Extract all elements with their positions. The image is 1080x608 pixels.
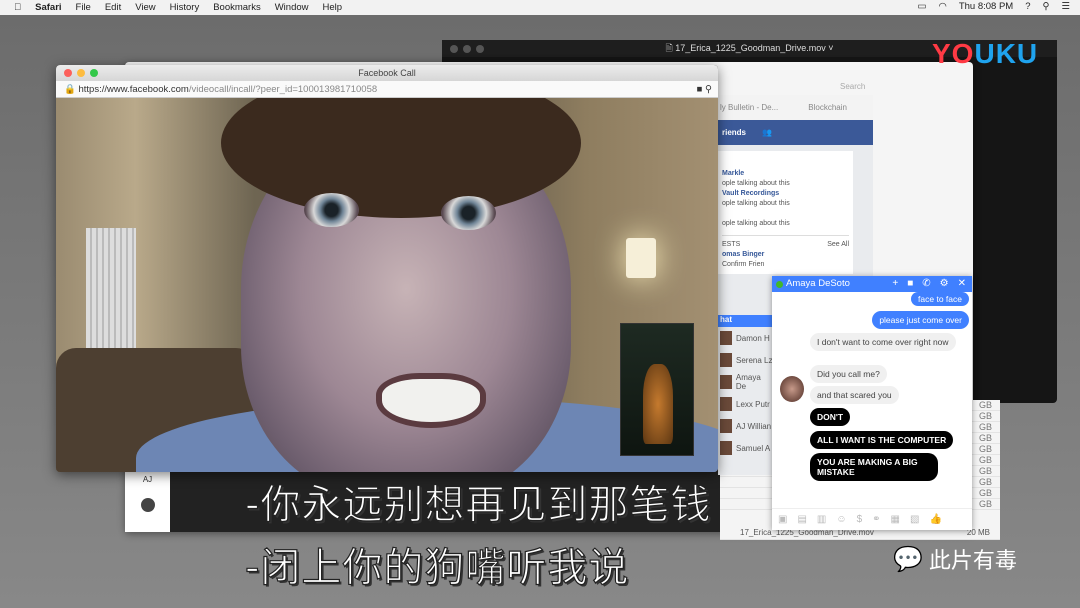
gear-icon[interactable]: ⚙ (940, 276, 949, 292)
message-received: and that scared you (810, 386, 899, 404)
video-feed (56, 98, 718, 472)
game-icon[interactable]: ▦ (891, 514, 900, 525)
facebook-call-window: Facebook Call 🔒 https://www.facebook.com… (56, 65, 718, 472)
nav-friends[interactable]: riends (722, 128, 746, 137)
confirm-button[interactable]: Confirm Frien (722, 261, 764, 268)
trending-sub: ople talking about this (722, 200, 790, 207)
quicktime-title: 17_Erica_1225_Goodman_Drive.mov (675, 43, 826, 53)
minimize-button[interactable] (77, 69, 85, 77)
chat-contact[interactable]: Damon H (718, 327, 773, 349)
airplay-icon[interactable]: ▭ (918, 1, 927, 12)
subtitle-line-2: -闭上你的狗嘴听我说 (244, 544, 630, 591)
menu-history[interactable]: History (170, 2, 200, 13)
zoom-button[interactable] (476, 45, 484, 53)
address-bar[interactable]: 🔒 https://www.facebook.com/videocall/inc… (56, 81, 718, 98)
call-title-bar[interactable]: Facebook Call (56, 65, 718, 81)
contact-name[interactable]: Amaya DeSoto (786, 276, 850, 292)
menu-edit[interactable]: Edit (105, 2, 121, 13)
message-sent: face to face (911, 292, 969, 306)
see-all-link[interactable]: See All (827, 240, 849, 250)
sidebar: AJ (125, 467, 170, 532)
url-host: https://www.facebook.com (78, 84, 189, 95)
subtitle-line-1: -你永远别想再见到那笔钱 (244, 481, 712, 528)
phone-icon[interactable]: ✆ (922, 276, 930, 292)
self-view-video[interactable] (620, 323, 694, 456)
friends-icon[interactable]: 👥 (762, 128, 772, 137)
wifi-icon[interactable]: ◠ (939, 1, 947, 12)
gif-icon[interactable]: ▤ (797, 514, 806, 525)
message-received-black: ALL I WANT IS THE COMPUTER (810, 431, 954, 449)
menu-bar:  Safari File Edit View History Bookmark… (0, 0, 1080, 15)
close-button[interactable] (64, 69, 72, 77)
close-button[interactable] (450, 45, 458, 53)
camera-zoom-icons[interactable]: ■ ⚲ (697, 81, 712, 98)
chat-contact[interactable]: Lexx Putr (718, 393, 773, 415)
help-icon[interactable]: ? (1025, 1, 1030, 12)
sidebar-initials[interactable]: AJ (125, 475, 170, 484)
youku-logo: YOUKU (932, 38, 1039, 69)
menu-app-safari[interactable]: Safari (35, 2, 61, 13)
tab-bulletin[interactable]: ly Bulletin - De... (720, 103, 778, 112)
online-status-icon (776, 280, 783, 288)
emoji-icon[interactable]: ☺ (836, 514, 846, 525)
clock[interactable]: Thu 8:08 PM (959, 1, 1013, 12)
like-icon[interactable]: 👍 (929, 514, 941, 525)
file-icon[interactable]: ▧ (910, 514, 919, 525)
messenger-chat-window: Amaya DeSoto + ■ ✆ ⚙ ✕ face to face please j… (772, 276, 972, 530)
lock-icon: 🔒 (64, 84, 76, 95)
message-received: Did you call me? (810, 365, 887, 383)
search-field[interactable]: Search (840, 82, 865, 91)
message-sent: please just come over (872, 311, 969, 329)
message-received: I don't want to come over right now (810, 333, 956, 351)
chat-header[interactable]: Amaya DeSoto + ■ ✆ ⚙ ✕ (772, 276, 972, 292)
file-icon: 🗎 (665, 43, 673, 53)
list-icon[interactable]: ☰ (1061, 1, 1070, 12)
link-icon[interactable]: ⚭ (872, 514, 880, 525)
message-received-black: DON'T (810, 408, 851, 426)
avatar (780, 376, 804, 402)
menu-file[interactable]: File (76, 2, 91, 13)
chat-contact[interactable]: Serena Lz (718, 349, 773, 371)
close-icon[interactable]: ✕ (958, 276, 966, 292)
trending-title[interactable]: Markle (722, 170, 744, 177)
add-icon[interactable]: + (892, 276, 898, 292)
chat-header: hat (718, 315, 773, 327)
tab-blockchain[interactable]: Blockchain (808, 103, 847, 112)
clock-icon[interactable] (140, 498, 155, 512)
camera-icon[interactable]: ▣ (778, 514, 787, 525)
menu-bookmarks[interactable]: Bookmarks (213, 2, 261, 13)
message-received-black: YOU ARE MAKING A BIG MISTAKE (810, 453, 938, 481)
apple-icon[interactable]:  (14, 2, 21, 13)
url-path: /videocall/incall/?peer_id=1000139817100… (188, 84, 378, 95)
request-name[interactable]: omas Binger (722, 251, 764, 258)
zoom-button[interactable] (90, 69, 98, 77)
trending-title[interactable]: Vault Recordings (722, 190, 779, 197)
sticker-icon[interactable]: ▥ (817, 514, 826, 525)
wechat-icon: 💬 (893, 545, 923, 573)
chat-toolbar: ▣ ▤ ▥ ☺ $ ⚭ ▦ ▧ 👍 (772, 508, 972, 530)
chat-contact[interactable]: Amaya De (718, 371, 773, 393)
trending-sub: ople talking about this (722, 220, 790, 227)
fb-nav-bar: riends 👥 (718, 120, 873, 145)
watermark-text: 此片有毒 (928, 549, 1017, 574)
chat-contact[interactable]: Samuel A (718, 437, 773, 459)
menu-help[interactable]: Help (323, 2, 343, 13)
minimize-button[interactable] (463, 45, 471, 53)
chat-sidebar: hat Damon H Serena Lz Amaya De Lexx Putr… (718, 315, 773, 459)
video-call-icon[interactable]: ■ (907, 276, 913, 292)
search-icon[interactable]: ⚲ (1043, 1, 1050, 12)
menu-window[interactable]: Window (275, 2, 309, 13)
wechat-watermark: 💬 此片有毒 (893, 543, 1017, 575)
trending-sub: ople talking about this (722, 180, 790, 187)
trending-card: Markle ople talking about this Vault Reco… (718, 151, 853, 274)
chat-contact[interactable]: AJ Willian (718, 415, 773, 437)
window-title: Facebook Call (358, 68, 416, 78)
menu-view[interactable]: View (135, 2, 155, 13)
requests-label: ESTS (722, 241, 741, 248)
payment-icon[interactable]: $ (857, 514, 863, 525)
